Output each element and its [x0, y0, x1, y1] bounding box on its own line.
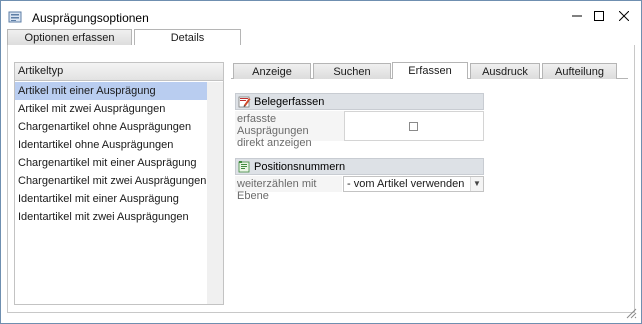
list-item[interactable]: Identartikel mit einer Ausprägung	[15, 190, 207, 208]
tab-label: Erfassen	[408, 65, 452, 77]
field-label-erfasste-auspraegungen: erfasste Ausprägungen direkt anzeigen	[235, 111, 344, 149]
tab-label: Ausdruck	[482, 65, 528, 78]
combo-value: - vom Artikel verwenden	[347, 178, 465, 190]
list-item[interactable]: Chargenartikel mit zwei Ausprägungen	[15, 172, 207, 190]
list-column-header[interactable]: Artikeltyp	[15, 63, 223, 81]
tab-optionen-erfassen[interactable]: Optionen erfassen	[7, 29, 132, 46]
tab-anzeige[interactable]: Anzeige	[233, 63, 311, 79]
ebene-combobox[interactable]: - vom Artikel verwenden ▼	[343, 176, 484, 192]
chevron-down-icon: ▼	[473, 179, 481, 188]
tab-label: Optionen erfassen	[24, 32, 115, 44]
close-button[interactable]	[613, 5, 635, 27]
tab-label: Aufteilung	[555, 65, 604, 78]
tab-erfassen[interactable]: Erfassen	[392, 62, 468, 79]
maximize-icon	[594, 11, 604, 21]
list-header-label: Artikeltyp	[18, 65, 64, 77]
tab-ausdruck[interactable]: Ausdruck	[470, 63, 540, 79]
list-item[interactable]: Chargenartikel ohne Ausprägungen	[15, 118, 207, 136]
maximize-button[interactable]	[588, 5, 610, 27]
tab-label: Anzeige	[252, 65, 292, 78]
group-title: Belegerfassen	[254, 95, 325, 108]
direkt-anzeigen-checkbox[interactable]	[409, 122, 418, 131]
list-items: Artikel mit einer Ausprägung Artikel mit…	[15, 82, 223, 226]
group-title: Positionsnummern	[254, 160, 346, 173]
field-label-line: direkt anzeigen	[237, 137, 312, 149]
belegerfassen-group-header: Belegerfassen	[235, 93, 484, 110]
edit-icon	[238, 96, 251, 108]
tab-label: Details	[170, 32, 205, 44]
field-label-weiterzaehlen: weiterzählen mit Ebene	[235, 176, 342, 202]
minimize-icon	[572, 15, 582, 17]
tab-suchen[interactable]: Suchen	[313, 63, 391, 79]
tab-aufteilung[interactable]: Aufteilung	[542, 63, 617, 79]
list-item[interactable]: Artikel mit einer Ausprägung	[15, 82, 207, 100]
list-item[interactable]: Identartikel mit zwei Ausprägungen	[15, 208, 207, 226]
app-icon	[8, 11, 22, 23]
dialog-window: Ausprägungsoptionen Optionen erfassen De…	[0, 0, 642, 324]
tab-label: Suchen	[333, 65, 371, 78]
list-item[interactable]: Artikel mit zwei Ausprägungen	[15, 100, 207, 118]
combo-dropdown-button[interactable]: ▼	[470, 177, 483, 191]
outer-tab-bar: Optionen erfassen Details	[7, 29, 641, 46]
list-edit-icon	[238, 161, 250, 173]
list-item[interactable]: Chargenartikel mit einer Ausprägung	[15, 154, 207, 172]
artikeltyp-list[interactable]: Artikeltyp Artikel mit einer Ausprägung …	[14, 62, 224, 305]
inner-tab-bar: Anzeige Suchen Erfassen Ausdruck Aufteil…	[231, 62, 635, 79]
positionsnummern-group-header: Positionsnummern	[235, 158, 484, 175]
field-label-line: erfasste Ausprägungen	[237, 113, 309, 137]
list-item[interactable]: Identartikel ohne Ausprägungen	[15, 136, 207, 154]
window-title: Ausprägungsoptionen	[32, 11, 149, 25]
resize-grip-icon[interactable]	[623, 305, 637, 319]
tab-details[interactable]: Details	[134, 29, 241, 46]
minimize-button[interactable]	[566, 5, 588, 27]
close-icon	[619, 11, 629, 21]
